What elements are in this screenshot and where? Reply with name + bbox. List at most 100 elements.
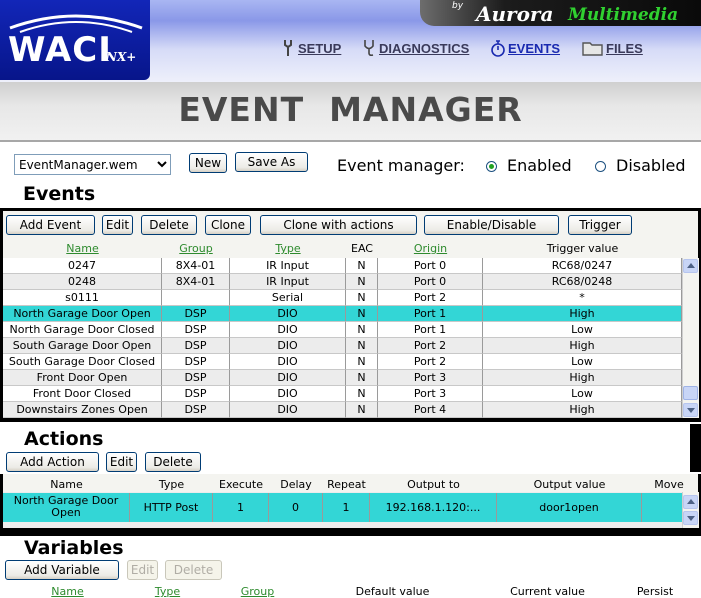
scroll-thumb[interactable] [683,386,698,400]
event-cell: DSP [162,338,230,354]
action-repeat-cell: 1 [323,493,370,522]
file-select[interactable]: EventManager.wem [14,154,171,175]
events-scrollbar[interactable] [682,258,699,418]
act-col-execute: Execute [219,478,263,491]
col-eac-header: EAC [351,242,373,255]
actions-title: Actions [24,428,104,450]
nav-events[interactable]: EVENTS [490,38,560,58]
save-as-button[interactable]: Save As [235,152,308,172]
event-cell: Port 4 [378,402,483,418]
disabled-radio[interactable] [595,161,606,172]
event-cell: DIO [230,354,346,370]
event-cell: RC68/0248 [483,274,682,290]
event-cell: High [483,402,682,418]
event-cell: Port 2 [378,338,483,354]
action-name-cell: North Garage Door Open [3,493,130,522]
scroll-up-icon[interactable] [683,259,698,273]
event-row[interactable]: North Garage Door Open DSP DIO N Port 1 High [3,306,682,322]
event-row[interactable]: Front Door Open DSP DIO N Port 3 High [3,370,682,386]
event-cell: N [346,370,378,386]
col-name-header[interactable]: Name [3,242,162,255]
event-cell: Port 1 [378,306,483,322]
event-cell: N [346,322,378,338]
event-row[interactable]: North Garage Door Closed DSP DIO N Port 1 Low [3,322,682,338]
edit-variable-button[interactable]: Edit [127,560,158,580]
add-event-button[interactable]: Add Event [6,215,95,235]
event-row[interactable]: South Garage Door Closed DSP DIO N Port 2 Low [3,354,682,370]
event-row[interactable]: 0248 8X4-01 IR Input N Port 0 RC68/0248 [3,274,682,290]
event-cell: DIO [230,370,346,386]
event-row[interactable]: 0247 8X4-01 IR Input N Port 0 RC68/0247 [3,258,682,274]
event-cell: DSP [162,402,230,418]
event-cell: Low [483,354,682,370]
event-cell: Port 0 [378,274,483,290]
event-cell: 8X4-01 [162,274,230,290]
enable-disable-button[interactable]: Enable/Disable [424,215,559,235]
event-cell: Port 2 [378,354,483,370]
add-action-button[interactable]: Add Action [6,452,99,472]
new-button[interactable]: New [189,153,227,173]
event-cell: Port 3 [378,386,483,402]
event-cell: Port 1 [378,322,483,338]
event-row[interactable]: s0111 Serial N Port 2 * [3,290,682,306]
action-move-cell [642,493,682,522]
folder-icon [582,42,603,56]
stopwatch-icon [491,40,505,57]
action-row[interactable]: North Garage Door Open HTTP Post 1 0 1 1… [3,493,682,522]
event-row[interactable]: Front Door Closed DSP DIO N Port 3 Low [3,386,682,402]
actions-scrollbar[interactable] [682,492,699,528]
event-cell: Port 2 [378,290,483,306]
nav-events-label: EVENTS [508,40,561,56]
nav-diagnostics[interactable]: DIAGNOSTICS [361,38,469,58]
delete-variable-button[interactable]: Delete [165,560,222,580]
action-execute-cell: 1 [213,493,269,522]
action-scroll-up-icon[interactable] [683,495,698,509]
nav-files[interactable]: FILES [582,38,643,58]
col-type-header[interactable]: Type [230,242,346,255]
event-row[interactable]: South Garage Door Open DSP DIO N Port 2 High [3,338,682,354]
enabled-radio[interactable] [486,161,497,172]
event-cell: North Garage Door Open [3,306,162,322]
action-scroll-down-icon[interactable] [683,511,698,525]
brand-multimedia: Multimedia [568,5,679,25]
edit-event-button[interactable]: Edit [102,215,133,235]
delete-event-button[interactable]: Delete [141,215,197,235]
add-variable-button[interactable]: Add Variable [5,560,119,580]
action-output-to-cell: 192.168.1.120:... [370,493,497,522]
event-cell: N [346,306,378,322]
act-col-name: Name [50,478,83,491]
nav-setup[interactable]: SETUP [280,38,341,58]
event-cell: N [346,402,378,418]
event-cell: High [483,306,682,322]
brand-name: Aurora [476,2,554,26]
event-cell: 0248 [3,274,162,290]
variables-title: Variables [24,537,124,559]
nav-diagnostics-label: DIAGNOSTICS [379,40,470,56]
event-cell: IR Input [230,274,346,290]
scroll-down-icon[interactable] [683,403,698,417]
clone-event-button[interactable]: Clone [205,215,251,235]
edit-action-button[interactable]: Edit [106,452,137,472]
nav-files-label: FILES [606,40,643,56]
act-col-output-to: Output to [407,478,460,491]
event-cell: North Garage Door Closed [3,322,162,338]
clone-with-actions-button[interactable]: Clone with actions [260,215,417,235]
event-cell: DIO [230,338,346,354]
col-trigger-header: Trigger value [546,242,619,255]
col-origin-header[interactable]: Origin [378,242,483,255]
logo-text: WACI [8,30,112,70]
action-type-cell: HTTP Post [130,493,213,522]
nav-setup-label: SETUP [298,40,342,56]
trigger-button[interactable]: Trigger [568,215,632,235]
delete-action-button[interactable]: Delete [145,452,201,472]
event-cell: Front Door Closed [3,386,162,402]
col-group-header[interactable]: Group [162,242,230,255]
brand-by: by [452,1,464,11]
event-row[interactable]: Downstairs Zones Open DSP DIO N Port 4 High [3,402,682,418]
event-cell: South Garage Door Closed [3,354,162,370]
event-cell: N [346,386,378,402]
actions-frame-right [690,424,701,472]
event-cell: DIO [230,306,346,322]
event-cell: DSP [162,306,230,322]
event-cell: Front Door Open [3,370,162,386]
